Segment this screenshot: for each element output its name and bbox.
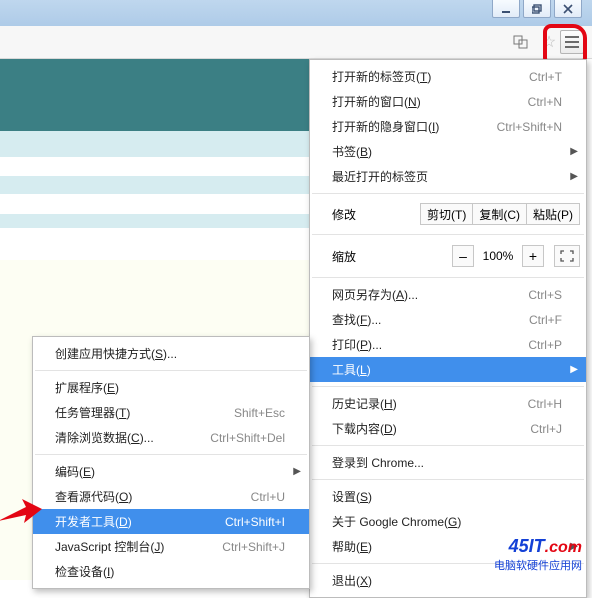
menu-item-new-window[interactable]: 打开新的窗口(N)Ctrl+N bbox=[310, 89, 586, 114]
menu-item-zoom: 缩放 ‒ 100% + bbox=[310, 239, 586, 273]
bookmark-star-icon[interactable]: ☆ bbox=[538, 31, 560, 53]
submenu-item-create-shortcut[interactable]: 创建应用快捷方式(S)... bbox=[33, 341, 309, 366]
zoom-out-button[interactable]: ‒ bbox=[452, 245, 474, 267]
submenu-item-encoding[interactable]: 编码(E)▶ bbox=[33, 459, 309, 484]
browser-toolbar: ☆ bbox=[0, 26, 592, 59]
menu-item-downloads[interactable]: 下载内容(D)Ctrl+J bbox=[310, 416, 586, 441]
submenu-item-extensions[interactable]: 扩展程序(E) bbox=[33, 375, 309, 400]
menu-item-history[interactable]: 历史记录(H)Ctrl+H bbox=[310, 391, 586, 416]
chrome-main-menu: 打开新的标签页(T)Ctrl+T 打开新的窗口(N)Ctrl+N 打开新的隐身窗… bbox=[309, 59, 587, 598]
menu-separator bbox=[35, 370, 307, 371]
submenu-item-task-manager[interactable]: 任务管理器(T)Shift+Esc bbox=[33, 400, 309, 425]
menu-item-recent-tabs[interactable]: 最近打开的标签页▶ bbox=[310, 164, 586, 189]
page-background bbox=[0, 59, 310, 131]
menu-item-signin[interactable]: 登录到 Chrome... bbox=[310, 450, 586, 475]
close-button[interactable] bbox=[554, 0, 582, 18]
zoom-value: 100% bbox=[474, 249, 522, 263]
menu-item-settings[interactable]: 设置(S) bbox=[310, 484, 586, 509]
menu-separator bbox=[35, 454, 307, 455]
menu-separator bbox=[312, 445, 584, 446]
chrome-menu-button[interactable] bbox=[560, 30, 584, 54]
menu-item-edit: 修改 剪切(T) 复制(C) 粘贴(P) bbox=[310, 198, 586, 230]
menu-separator bbox=[312, 386, 584, 387]
chevron-right-icon: ▶ bbox=[570, 171, 578, 182]
menu-item-find[interactable]: 查找(F)...Ctrl+F bbox=[310, 307, 586, 332]
menu-item-new-tab[interactable]: 打开新的标签页(T)Ctrl+T bbox=[310, 64, 586, 89]
page-background bbox=[0, 131, 310, 157]
submenu-item-view-source[interactable]: 查看源代码(O)Ctrl+U bbox=[33, 484, 309, 509]
menu-separator bbox=[312, 479, 584, 480]
chevron-right-icon: ▶ bbox=[293, 466, 301, 477]
chevron-right-icon: ▶ bbox=[570, 146, 578, 157]
copy-button[interactable]: 复制(C) bbox=[473, 203, 527, 225]
page-background bbox=[0, 214, 310, 228]
submenu-item-dev-tools[interactable]: 开发者工具(D)Ctrl+Shift+I bbox=[33, 509, 309, 534]
menu-item-save-as[interactable]: 网页另存为(A)...Ctrl+S bbox=[310, 282, 586, 307]
minimize-button[interactable] bbox=[492, 0, 520, 18]
submenu-item-inspect[interactable]: 检查设备(I) bbox=[33, 559, 309, 584]
translate-icon[interactable] bbox=[510, 31, 532, 53]
submenu-item-clear-data[interactable]: 清除浏览数据(C)...Ctrl+Shift+Del bbox=[33, 425, 309, 450]
window-titlebar bbox=[0, 0, 592, 26]
watermark: 45IT.com 电脑软硬件应用网 bbox=[494, 536, 582, 573]
chevron-right-icon: ▶ bbox=[570, 364, 578, 375]
cut-button[interactable]: 剪切(T) bbox=[420, 203, 473, 225]
maximize-button[interactable] bbox=[523, 0, 551, 18]
menu-item-about[interactable]: 关于 Google Chrome(G) bbox=[310, 509, 586, 534]
menu-separator bbox=[312, 193, 584, 194]
page-background bbox=[0, 176, 310, 194]
menu-item-bookmarks[interactable]: 书签(B)▶ bbox=[310, 139, 586, 164]
menu-separator bbox=[312, 234, 584, 235]
menu-item-tools[interactable]: 工具(L)▶ bbox=[310, 357, 586, 382]
menu-item-incognito[interactable]: 打开新的隐身窗口(I)Ctrl+Shift+N bbox=[310, 114, 586, 139]
zoom-in-button[interactable]: + bbox=[522, 245, 544, 267]
paste-button[interactable]: 粘贴(P) bbox=[527, 203, 580, 225]
menu-separator bbox=[312, 277, 584, 278]
submenu-item-js-console[interactable]: JavaScript 控制台(J)Ctrl+Shift+J bbox=[33, 534, 309, 559]
tools-submenu: 创建应用快捷方式(S)... 扩展程序(E) 任务管理器(T)Shift+Esc… bbox=[32, 336, 310, 589]
fullscreen-button[interactable] bbox=[554, 245, 580, 267]
menu-item-print[interactable]: 打印(P)...Ctrl+P bbox=[310, 332, 586, 357]
